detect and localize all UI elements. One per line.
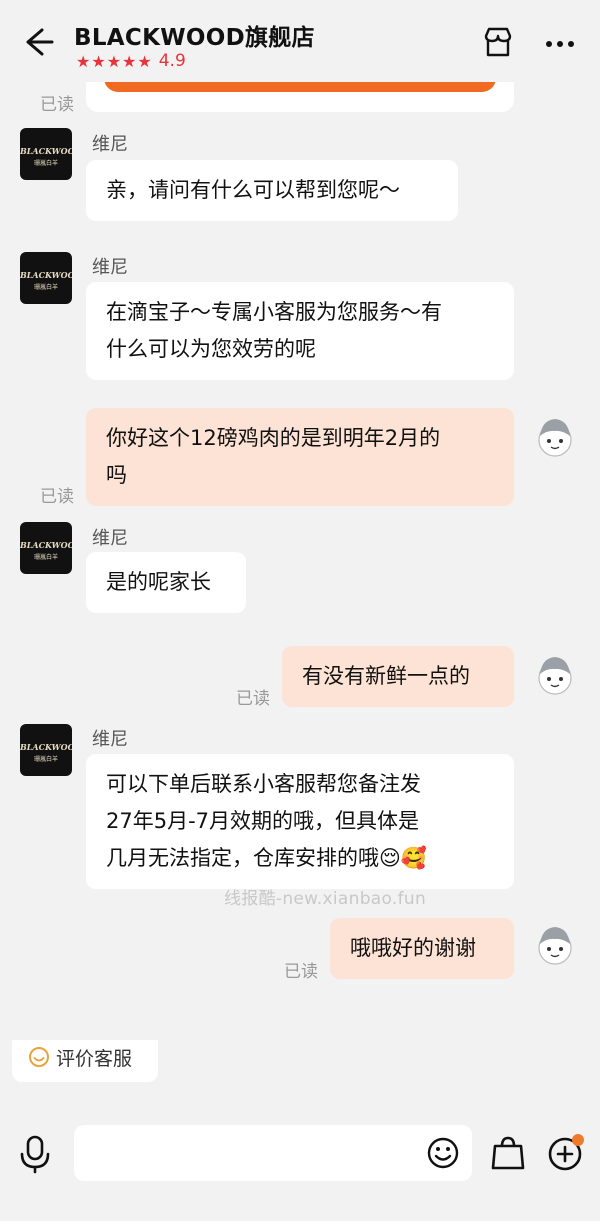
rating-value: 4.9 [158, 51, 186, 71]
read-status: 已读 [40, 95, 74, 115]
sender-name: 维尼 [92, 729, 128, 750]
watermark: 线报酷-new.xianbao.fun [224, 889, 427, 909]
message-input[interactable] [74, 1125, 472, 1181]
agent-avatar[interactable]: BLACKWOOD 珊嵐白羊 [20, 252, 72, 304]
emoji-icon[interactable] [426, 1136, 460, 1170]
agent-avatar[interactable]: BLACKWOOD 珊嵐白羊 [20, 522, 72, 574]
brand-logo-subtext: 珊嵐白羊 [33, 554, 58, 561]
message-text: 有没有新鲜一点的 [302, 664, 470, 688]
outgoing-message: 哦哦好的谢谢 [330, 918, 514, 979]
read-status: 已读 [284, 962, 318, 982]
message-line: 27年5月-7月效期的哦，但具体是 [106, 809, 420, 833]
shop-rating: ★★★★★ 4.9 [76, 51, 186, 71]
store-icon[interactable] [480, 24, 516, 60]
brand-logo-text: BLACKWOOD [20, 270, 72, 280]
rating-stars: ★★★★★ [76, 51, 153, 71]
brand-logo-text: BLACKWOOD [20, 146, 72, 156]
incoming-message: 亲，请问有什么可以帮到您呢～ [86, 160, 458, 221]
message-line: 几月无法指定，仓库安排的哦😌🥰 [106, 846, 428, 870]
message-line: 在滴宝子～专属小客服为您服务～有 [106, 300, 442, 324]
sender-name: 维尼 [92, 134, 128, 155]
incoming-message: 是的呢家长 [86, 552, 246, 613]
brand-logo-text: BLACKWOOD [20, 540, 72, 550]
message-line: 吗 [106, 463, 127, 487]
brand-logo-subtext: 珊嵐白羊 [33, 284, 58, 291]
user-avatar[interactable] [532, 652, 578, 698]
agent-avatar[interactable]: BLACKWOOD 珊嵐白羊 [20, 724, 72, 776]
sender-name: 维尼 [92, 257, 128, 278]
incoming-message: 可以下单后联系小客服帮您备注发 27年5月-7月效期的哦，但具体是 几月无法指定… [86, 754, 514, 889]
chat-header: BLACKWOOD旗舰店 ★★★★★ 4.9 [0, 0, 600, 82]
message-line: 可以下单后联系小客服帮您备注发 [106, 772, 421, 796]
agent-avatar[interactable]: BLACKWOOD 珊嵐白羊 [20, 128, 72, 180]
read-status: 已读 [236, 689, 270, 709]
brand-logo-subtext: 珊嵐白羊 [33, 756, 58, 763]
brand-logo-text: BLACKWOOD [20, 742, 72, 752]
message-line: 你好这个12磅鸡肉的是到明年2月的 [106, 426, 441, 450]
smile-icon [29, 1047, 49, 1067]
rate-service-label[interactable]: 评价客服 [56, 1044, 132, 1071]
outgoing-message: 你好这个12磅鸡肉的是到明年2月的 吗 [86, 408, 514, 506]
bag-icon[interactable] [490, 1134, 526, 1172]
notification-dot [572, 1134, 584, 1146]
message-text: 亲，请问有什么可以帮到您呢～ [106, 178, 400, 202]
user-avatar[interactable] [532, 922, 578, 968]
sender-name: 维尼 [92, 528, 128, 549]
shop-name[interactable]: BLACKWOOD旗舰店 [74, 18, 315, 52]
back-arrow-icon[interactable] [20, 24, 56, 60]
message-line: 什么可以为您效劳的呢 [106, 337, 316, 361]
brand-logo-subtext: 珊嵐白羊 [33, 160, 58, 167]
incoming-message: 在滴宝子～专属小客服为您服务～有 什么可以为您效劳的呢 [86, 282, 514, 380]
message-text: 是的呢家长 [106, 570, 211, 594]
message-text: 哦哦好的谢谢 [350, 936, 476, 960]
outgoing-message: 有没有新鲜一点的 [282, 646, 514, 707]
read-status: 已读 [40, 487, 74, 507]
user-avatar[interactable] [532, 414, 578, 460]
mic-icon[interactable] [16, 1134, 54, 1174]
more-icon[interactable] [540, 26, 580, 62]
